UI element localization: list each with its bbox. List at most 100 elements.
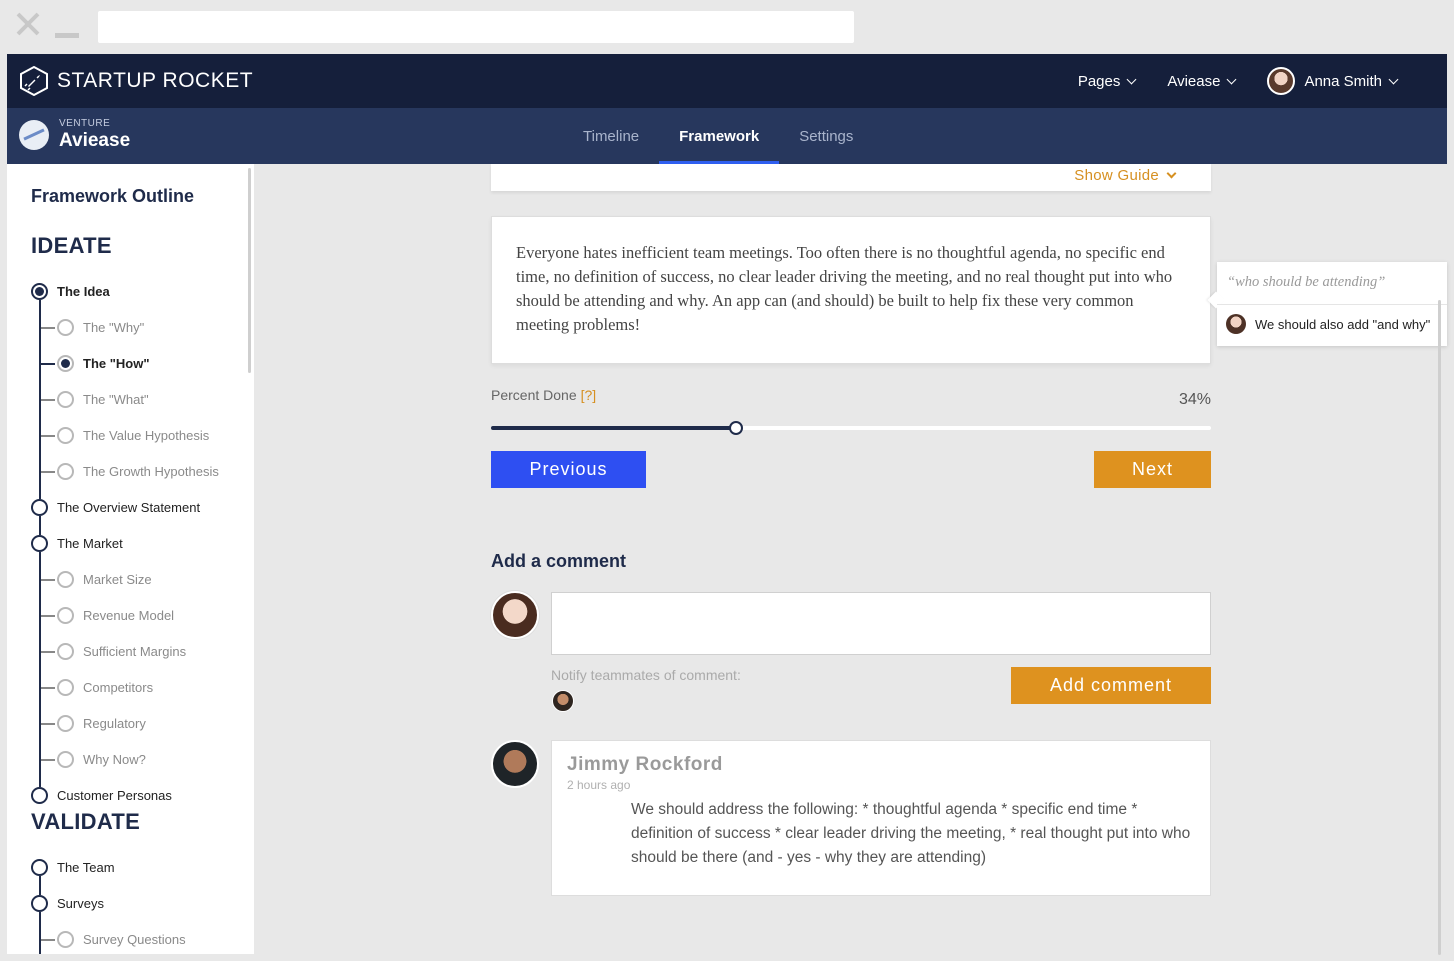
outline-item[interactable]: The Overview Statement xyxy=(31,499,200,516)
status-circle-icon xyxy=(57,715,74,732)
tree-connector xyxy=(40,651,55,653)
outline-item[interactable]: The Value Hypothesis xyxy=(57,427,209,444)
user-menu[interactable]: Anna Smith xyxy=(1267,67,1399,95)
next-button[interactable]: Next xyxy=(1094,451,1211,488)
address-bar[interactable] xyxy=(98,11,854,43)
outline-item-label: The Overview Statement xyxy=(57,500,201,515)
comment-card: Jimmy Rockford 2 hours ago We should add… xyxy=(551,740,1211,896)
status-circle-icon xyxy=(57,391,74,408)
current-user-avatar xyxy=(491,591,539,639)
tree-connector xyxy=(40,579,55,581)
outline-item[interactable]: The Market xyxy=(31,535,123,552)
add-comment-button[interactable]: Add comment xyxy=(1011,667,1211,704)
rocket-logo-icon xyxy=(20,66,48,96)
venture-tabs: Timeline Framework Settings xyxy=(563,108,873,164)
comment-input[interactable] xyxy=(551,592,1211,655)
outline-item[interactable]: Surveys xyxy=(31,895,104,912)
comment-time: 2 hours ago xyxy=(567,778,631,792)
outline-item[interactable]: Why Now? xyxy=(57,751,146,768)
previous-button[interactable]: Previous xyxy=(491,451,646,488)
status-circle-icon xyxy=(31,895,48,912)
venture-logo-icon xyxy=(19,119,49,150)
outline-item[interactable]: The Team xyxy=(31,859,115,876)
comment-text: We should address the following: * thoug… xyxy=(631,801,1191,866)
outline-item[interactable]: Revenue Model xyxy=(57,607,174,624)
top-navbar: STARTUP ROCKET Pages Aviease Anna Smith xyxy=(7,54,1447,108)
pages-menu[interactable]: Pages xyxy=(1078,73,1137,90)
outline-item[interactable]: The "How" xyxy=(57,355,150,372)
annotation-quote: “who should be attending” xyxy=(1227,274,1386,290)
chevron-down-icon xyxy=(1166,168,1177,179)
browser-chrome xyxy=(0,0,1454,54)
slider-handle[interactable] xyxy=(728,421,743,435)
status-circle-icon xyxy=(57,751,74,768)
chevron-down-icon xyxy=(1227,74,1237,84)
section-heading: IDEATE xyxy=(31,233,112,258)
guide-bar: Show Guide xyxy=(491,164,1211,191)
tab-timeline[interactable]: Timeline xyxy=(563,108,659,164)
divider xyxy=(1217,304,1447,305)
outline-item-label: The Idea xyxy=(57,284,110,299)
top-menu: Pages Aviease Anna Smith xyxy=(1046,54,1399,108)
outline-item-label: Customer Personas xyxy=(57,788,172,803)
show-guide-label: Show Guide xyxy=(1074,167,1159,184)
status-circle-icon xyxy=(57,643,74,660)
percent-done-label: Percent Done [?] xyxy=(491,387,596,403)
tab-framework[interactable]: Framework xyxy=(659,108,780,164)
status-circle-icon xyxy=(31,499,48,516)
page-scrollbar[interactable] xyxy=(1438,300,1441,955)
tree-connector xyxy=(38,300,41,499)
status-circle-icon xyxy=(57,355,74,372)
user-avatar xyxy=(1267,67,1296,95)
percent-slider[interactable] xyxy=(491,420,1211,436)
outline-item-label: Regulatory xyxy=(83,716,146,731)
status-circle-icon xyxy=(57,427,74,444)
outline-item[interactable]: Competitors xyxy=(57,679,153,696)
outline-item-label: Why Now? xyxy=(83,752,146,767)
minimize-window-icon[interactable] xyxy=(55,33,79,38)
status-circle-icon xyxy=(57,319,74,336)
tree-connector xyxy=(40,687,55,689)
outline-item-label: Market Size xyxy=(83,572,152,587)
help-link[interactable]: [?] xyxy=(581,387,597,403)
percent-done-text: Percent Done xyxy=(491,387,577,403)
close-window-icon[interactable] xyxy=(14,10,42,38)
venture-menu-label: Aviease xyxy=(1167,72,1221,90)
sidebar-scrollbar[interactable] xyxy=(248,168,251,373)
tree-connector xyxy=(38,876,41,895)
venture-navbar: VENTURE Aviease Timeline Framework Setti… xyxy=(7,108,1447,164)
show-guide-toggle[interactable]: Show Guide xyxy=(1074,167,1177,184)
outline-item-label: Sufficient Margins xyxy=(83,644,187,659)
outline-item-label: The "What" xyxy=(83,392,149,407)
annotation-comment-text: We should also add "and why" xyxy=(1255,316,1431,332)
status-circle-icon xyxy=(31,787,48,804)
outline-item[interactable]: Regulatory xyxy=(57,715,146,732)
outline-item[interactable]: The "What" xyxy=(57,391,149,408)
brand-logo[interactable]: STARTUP ROCKET xyxy=(19,66,253,96)
venture-caption: VENTURE xyxy=(59,118,111,129)
section-heading: VALIDATE xyxy=(31,809,141,834)
outline-item[interactable]: Sufficient Margins xyxy=(57,643,186,660)
annotation-comment[interactable]: We should also add "and why" xyxy=(1226,314,1430,334)
outline-item[interactable]: Customer Personas xyxy=(31,787,172,804)
tree-connector xyxy=(38,516,41,535)
teammate-avatar[interactable] xyxy=(552,690,574,712)
tab-settings[interactable]: Settings xyxy=(779,108,873,164)
outline-item[interactable]: The Growth Hypothesis xyxy=(57,463,219,480)
idea-answer-text[interactable]: Everyone hates inefficient team meetings… xyxy=(491,216,1211,364)
status-circle-icon xyxy=(57,931,74,948)
tree-connector xyxy=(40,471,55,473)
outline-item[interactable]: Survey Questions xyxy=(57,931,186,948)
outline-item-label: The Growth Hypothesis xyxy=(83,464,219,479)
tree-connector xyxy=(40,363,55,365)
outline-item[interactable]: The Idea xyxy=(31,283,110,300)
add-comment-title: Add a comment xyxy=(491,551,627,571)
venture-menu[interactable]: Aviease xyxy=(1167,72,1237,90)
outline-item[interactable]: Market Size xyxy=(57,571,152,588)
tree-connector xyxy=(40,759,55,761)
tree-connector xyxy=(40,939,55,941)
outline-item-label: The Value Hypothesis xyxy=(83,428,210,443)
tree-connector xyxy=(38,912,41,954)
outline-item-label: Revenue Model xyxy=(83,608,175,623)
outline-item[interactable]: The "Why" xyxy=(57,319,144,336)
